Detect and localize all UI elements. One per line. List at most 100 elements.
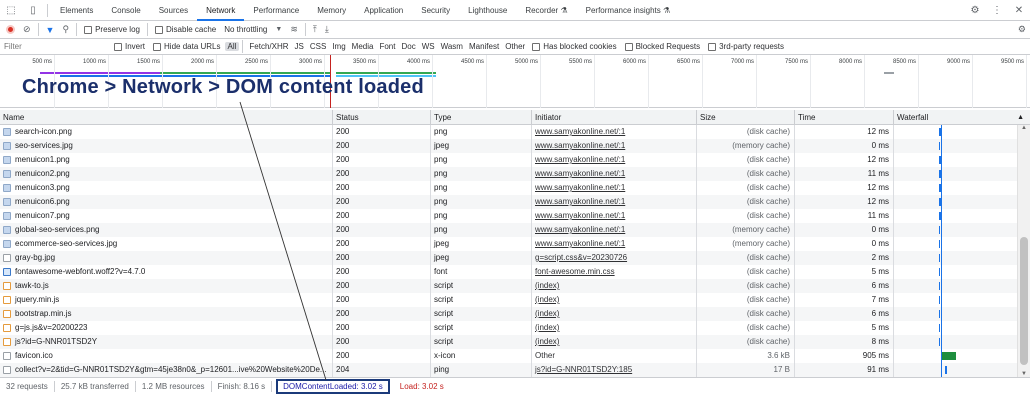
more-options-icon[interactable]: ⋮ [986,0,1008,21]
table-row[interactable]: menuicon1.png 200 png www.samyakonline.net/… [0,153,1017,167]
tab-lighthouse[interactable]: Lighthouse [459,0,516,21]
request-initiator-link[interactable]: www.samyakonline.net/:1 [532,181,697,195]
request-initiator-link[interactable]: www.samyakonline.net/:1 [532,195,697,209]
scrollbar-thumb[interactable] [1020,237,1028,365]
clear-icon[interactable]: ⊘ [19,21,35,39]
disable-cache-checkbox[interactable]: Disable cache [151,21,220,39]
tab-network[interactable]: Network [197,0,245,21]
table-row[interactable]: jquery.min.js 200 script (index) (disk cache… [0,293,1017,307]
filter-type-other[interactable]: Other [502,42,528,51]
filter-type-media[interactable]: Media [349,42,377,51]
table-row[interactable]: menuicon6.png 200 png www.samyakonline.net/… [0,195,1017,209]
column-header-waterfall-label: Waterfall [897,113,929,122]
table-row[interactable]: tawk-to.js 200 script (index) (disk cache) 6 … [0,279,1017,293]
tab-application[interactable]: Application [355,0,412,21]
table-row[interactable]: seo-services.jpg 200 jpeg www.samyakonline.… [0,139,1017,153]
record-icon[interactable] [2,21,19,39]
table-row[interactable]: ecommerce-seo-services.jpg 200 jpeg www.sam… [0,237,1017,251]
hide-data-urls-checkbox[interactable]: Hide data URLs [149,38,224,56]
request-initiator-link[interactable]: font-awesome.min.css [532,265,697,279]
request-initiator-link[interactable]: www.samyakonline.net/:1 [532,125,697,139]
settings-gear-icon[interactable]: ⚙ [964,0,986,21]
tab-security[interactable]: Security [412,0,459,21]
tab-sources[interactable]: Sources [150,0,197,21]
request-size: (disk cache) [697,153,795,167]
table-row[interactable]: menuicon3.png 200 png www.samyakonline.net/… [0,181,1017,195]
file-type-icon [3,324,11,332]
request-initiator-link[interactable]: (index) [532,321,697,335]
request-initiator-link[interactable]: (index) [532,293,697,307]
request-initiator-link[interactable]: www.samyakonline.net/:1 [532,223,697,237]
table-row[interactable]: menuicon2.png 200 png www.samyakonline.net/… [0,167,1017,181]
request-initiator-link[interactable]: (index) [532,307,697,321]
tab-performance[interactable]: Performance [244,0,308,21]
filter-type-manifest[interactable]: Manifest [466,42,502,51]
request-initiator-link[interactable]: (index) [532,279,697,293]
column-header-type[interactable]: Type [431,110,532,125]
tab-console[interactable]: Console [102,0,149,21]
filter-type-all[interactable]: All [224,42,240,51]
filter-type-ws[interactable]: WS [419,42,438,51]
throttling-select[interactable]: No throttling ▼ [220,21,286,39]
scroll-up-arrow-icon[interactable]: ▲ [1018,125,1030,131]
column-header-waterfall[interactable]: Waterfall ▲ [894,110,1030,125]
request-initiator-link[interactable]: www.samyakonline.net/:1 [532,167,697,181]
device-toolbar-icon[interactable]: ▯ [22,0,44,21]
network-settings-gear-icon[interactable]: ⚙ [1014,21,1030,39]
filter-type-doc[interactable]: Doc [398,42,418,51]
filter-type-img[interactable]: Img [329,42,348,51]
table-row[interactable]: gray-bg.jpg 200 jpeg g=script.css&v=2023072… [0,251,1017,265]
table-row[interactable]: menuicon7.png 200 png www.samyakonline.net/… [0,209,1017,223]
divider [47,3,48,17]
blocked-requests-checkbox[interactable]: Blocked Requests [621,38,704,56]
request-initiator-link[interactable]: www.samyakonline.net/:1 [532,153,697,167]
preserve-log-checkbox[interactable]: Preserve log [80,21,144,39]
tab-elements[interactable]: Elements [51,0,102,21]
column-header-time[interactable]: Time [795,110,894,125]
column-header-initiator[interactable]: Initiator [532,110,697,125]
filter-funnel-icon[interactable]: ▼ [42,21,59,39]
request-initiator-link[interactable]: g=script.css&v=20230726 [532,251,697,265]
table-row[interactable]: fontawesome-webfont.woff2?v=4.7.0 200 font… [0,265,1017,279]
request-size: (memory cache) [697,223,795,237]
close-devtools-icon[interactable]: ✕ [1008,0,1030,21]
table-row[interactable]: bootstrap.min.js 200 script (index) (disk ca… [0,307,1017,321]
table-row[interactable]: favicon.ico 200 x-icon Other 3.6 kB 905 ms [0,349,1017,363]
tab-memory[interactable]: Memory [308,0,355,21]
table-row[interactable]: global-seo-services.png 200 png www.samyako… [0,223,1017,237]
request-time: 12 ms [795,125,894,139]
request-waterfall [894,195,1017,209]
filter-input[interactable] [0,42,110,51]
tab-performance-insights[interactable]: Performance insights ⚗ [577,0,680,21]
column-header-size[interactable]: Size [697,110,795,125]
tab-recorder[interactable]: Recorder ⚗ [516,0,576,21]
export-har-download-icon[interactable]: ⤓ [321,21,333,39]
column-header-name[interactable]: Name [0,110,333,125]
table-row[interactable]: search-icon.png 200 png www.samyakonline.ne… [0,125,1017,139]
vertical-scrollbar[interactable]: ▲ ▼ [1017,125,1030,377]
filter-type-font[interactable]: Font [376,42,398,51]
column-header-status[interactable]: Status [333,110,431,125]
has-blocked-cookies-checkbox[interactable]: Has blocked cookies [528,38,620,56]
filter-type-fetch-xhr[interactable]: Fetch/XHR [246,42,291,51]
network-conditions-wifi-icon[interactable]: ≋ [286,21,302,39]
invert-checkbox[interactable]: Invert [110,38,149,56]
filter-type-wasm[interactable]: Wasm [438,42,466,51]
filter-type-js[interactable]: JS [292,42,307,51]
request-initiator-link[interactable]: (index) [532,335,697,349]
import-har-upload-icon[interactable]: ⤒ [309,21,321,39]
flask-icon: ⚗ [663,5,671,15]
request-initiator-link[interactable]: www.samyakonline.net/:1 [532,139,697,153]
search-icon[interactable]: ⚲ [58,21,73,39]
inspect-element-icon[interactable]: ⬚ [0,0,22,21]
table-row[interactable]: js?id=G-NNR01TSD2Y 200 script (index) (disk … [0,335,1017,349]
request-name-cell: menuicon2.png [0,167,333,181]
file-type-icon [3,268,11,276]
request-initiator-link[interactable]: js?id=G-NNR01TSD2Y:185 [532,363,697,377]
filter-type-css[interactable]: CSS [307,42,329,51]
third-party-requests-checkbox[interactable]: 3rd-party requests [704,38,788,56]
table-row[interactable]: g=js.js&v=20200223 200 script (index) (disk … [0,321,1017,335]
request-initiator-link[interactable]: www.samyakonline.net/:1 [532,237,697,251]
table-row[interactable]: collect?v=2&tid=G-NNR01TSD2Y&gtm=45je38n… [0,363,1017,377]
request-initiator-link[interactable]: www.samyakonline.net/:1 [532,209,697,223]
